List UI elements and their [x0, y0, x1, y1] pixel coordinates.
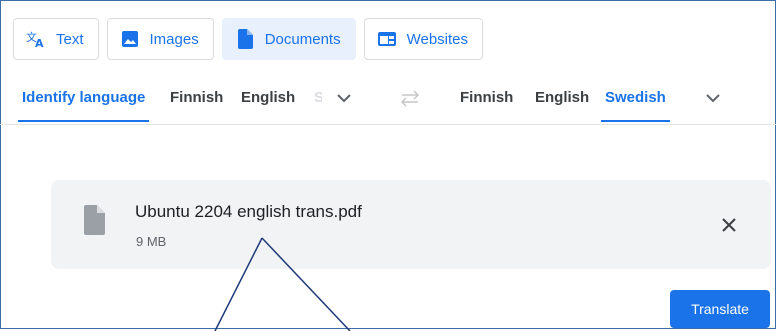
- source-lang-detect[interactable]: Identify language: [17, 74, 150, 122]
- tab-images[interactable]: Images: [106, 18, 214, 60]
- language-bar: Identify language Finnish English Swedis…: [0, 74, 776, 124]
- source-lang-english[interactable]: English: [241, 74, 295, 122]
- swap-languages-icon[interactable]: [399, 88, 421, 108]
- uploaded-file-card: Ubuntu 2204 english trans.pdf 9 MB: [51, 180, 771, 269]
- file-icon: [84, 205, 105, 235]
- tab-documents-label: Documents: [264, 30, 341, 48]
- source-lang-finnish[interactable]: Finnish: [170, 74, 223, 122]
- target-language-dropdown-chevron-icon[interactable]: [705, 90, 721, 106]
- file-name: Ubuntu 2204 english trans.pdf: [135, 202, 362, 221]
- file-size: 9 MB: [136, 234, 167, 249]
- target-lang-swedish[interactable]: Swedish: [601, 74, 670, 122]
- tab-websites-label: Websites: [406, 30, 469, 48]
- target-lang-finnish[interactable]: Finnish: [460, 74, 513, 122]
- tab-text-label: Text: [56, 30, 84, 48]
- source-language-dropdown-chevron-icon[interactable]: [336, 90, 352, 106]
- target-lang-english[interactable]: English: [535, 74, 589, 122]
- document-icon: [235, 29, 255, 49]
- tab-images-label: Images: [149, 30, 199, 48]
- tab-text[interactable]: 文 A Text: [13, 18, 99, 60]
- source-lang-swedish-faded: Swedish: [314, 89, 322, 106]
- close-icon: [722, 218, 736, 232]
- language-bar-divider: [0, 124, 776, 125]
- translate-button[interactable]: Translate: [670, 290, 770, 328]
- tab-websites[interactable]: Websites: [363, 18, 484, 60]
- translate-icon: 文 A: [26, 29, 46, 49]
- website-icon: [377, 29, 397, 49]
- svg-text:A: A: [35, 37, 44, 48]
- image-icon: [120, 29, 140, 49]
- tab-documents[interactable]: Documents: [221, 18, 356, 60]
- remove-file-button[interactable]: [714, 210, 744, 240]
- mode-tabs: 文 A Text Images Documents Websites: [13, 18, 484, 60]
